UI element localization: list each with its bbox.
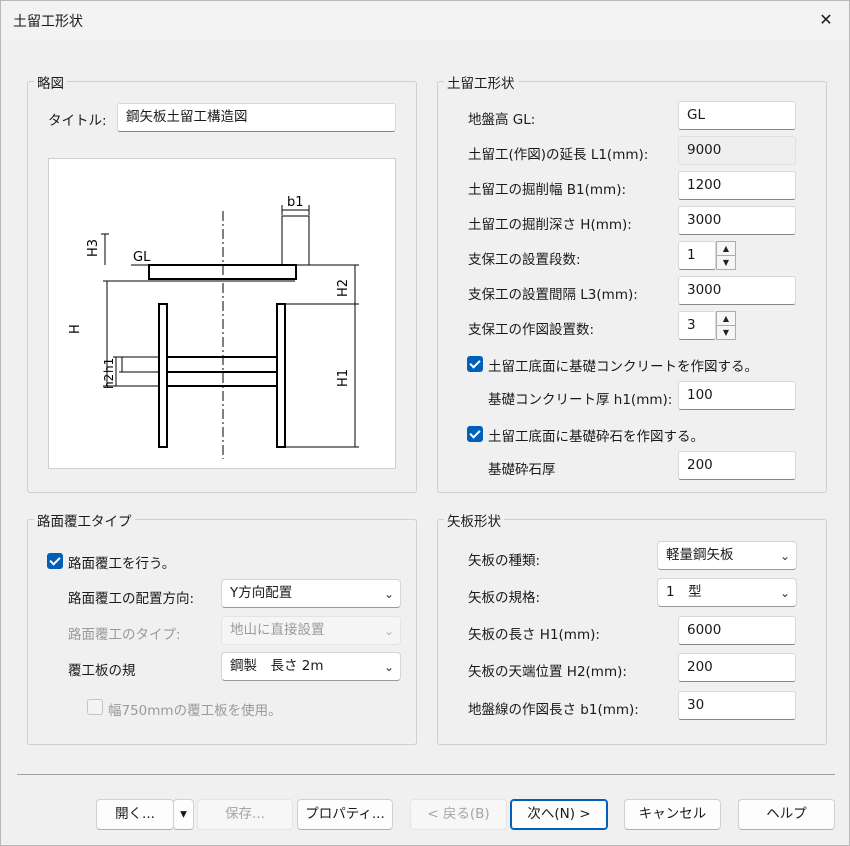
- ground-height-label: 地盤高 GL:: [468, 112, 536, 128]
- paving-type-label: 路面覆工のタイプ:: [68, 627, 181, 643]
- open-button[interactable]: 開く...: [96, 799, 174, 830]
- paving-enable-label[interactable]: 路面覆工を行う。: [68, 552, 175, 572]
- concrete-checkbox-label[interactable]: 土留工底面に基礎コンクリートを作図する。: [488, 355, 758, 375]
- excavation-depth-label: 土留工の掘削深さ H(mm):: [468, 217, 632, 233]
- spin-down-icon[interactable]: ▼: [717, 255, 735, 269]
- ground-height-input[interactable]: GL: [678, 101, 796, 130]
- concrete-checkbox[interactable]: [467, 356, 483, 372]
- gravel-thickness-input[interactable]: 200: [678, 451, 796, 480]
- diagram-label-h1: h1: [102, 358, 116, 373]
- support-stages-input[interactable]: 1: [678, 241, 716, 270]
- support-count-input[interactable]: 3: [678, 311, 716, 340]
- structure-diagram: b1 GL H3 H h1 h2 H2 H1: [48, 158, 396, 469]
- cancel-button[interactable]: キャンセル: [624, 799, 721, 830]
- close-icon[interactable]: ✕: [803, 1, 849, 39]
- use750-label: 幅750mmの覆工板を使用。: [108, 703, 282, 719]
- diagram-label-H2: H2: [336, 279, 351, 297]
- chevron-down-icon: ⌄: [779, 586, 790, 600]
- excavation-width-input[interactable]: 1200: [678, 171, 796, 200]
- gravel-checkbox-label[interactable]: 土留工底面に基礎砕石を作図する。: [488, 425, 704, 445]
- support-stages-label: 支保工の設置段数:: [468, 252, 581, 268]
- paving-direction-select[interactable]: Y方向配置 ⌄: [221, 579, 401, 608]
- back-button: < 戻る(B): [410, 799, 507, 830]
- sketch-group-title: 略図: [34, 72, 67, 92]
- spin-up-icon[interactable]: ▲: [717, 242, 735, 255]
- paving-enable-checkbox[interactable]: [47, 553, 63, 569]
- use750-checkbox: [87, 699, 103, 715]
- shape-group-title: 土留工形状: [444, 72, 518, 92]
- sheetpile-spec-label: 矢板の規格:: [468, 590, 541, 606]
- help-button[interactable]: ヘルプ: [738, 799, 835, 830]
- sheetpile-kind-select[interactable]: 軽量鋼矢板 ⌄: [657, 541, 797, 570]
- title-bar: 土留工形状 ✕: [1, 1, 849, 39]
- chevron-down-icon: ⌄: [779, 549, 790, 563]
- open-menu-arrow-icon[interactable]: ▾: [173, 799, 194, 830]
- support-stages-spinner[interactable]: ▲ ▼: [716, 241, 736, 270]
- plate-spec-select[interactable]: 鋼製 長さ 2m ⌄: [221, 652, 401, 681]
- diagram-label-gl: GL: [133, 250, 151, 265]
- support-count-spinner[interactable]: ▲ ▼: [716, 311, 736, 340]
- diagram-label-h3: H3: [86, 239, 101, 257]
- support-interval-label: 支保工の設置間隔 L3(mm):: [468, 287, 638, 303]
- paving-type-select: 地山に直接設置 ⌄: [221, 616, 401, 645]
- sheetpile-kind-value: 軽量鋼矢板: [666, 547, 734, 563]
- diagram-label-b1: b1: [287, 195, 304, 210]
- paving-direction-label: 路面覆工の配置方向:: [68, 591, 195, 607]
- sheetpile-top-label: 矢板の天端位置 H2(mm):: [468, 664, 627, 680]
- ground-line-length-input[interactable]: 30: [678, 691, 796, 720]
- gravel-thickness-label: 基礎砕石厚: [488, 462, 556, 478]
- sheetpile-length-input[interactable]: 6000: [678, 616, 796, 645]
- next-button[interactable]: 次へ(N) >: [510, 799, 608, 830]
- chevron-down-icon: ⌄: [383, 660, 394, 674]
- excavation-width-label: 土留工の掘削幅 B1(mm):: [468, 182, 627, 198]
- save-button: 保存...: [197, 799, 293, 830]
- diagram-label-H1: H1: [336, 369, 351, 387]
- ground-line-length-label: 地盤線の作図長さ b1(mm):: [468, 702, 639, 718]
- plate-spec-value: 鋼製 長さ 2m: [230, 658, 324, 674]
- paving-direction-value: Y方向配置: [230, 585, 293, 601]
- sheetpile-length-label: 矢板の長さ H1(mm):: [468, 627, 600, 643]
- properties-button[interactable]: プロパティ...: [297, 799, 393, 830]
- spin-down-icon[interactable]: ▼: [717, 325, 735, 339]
- title-input[interactable]: 鋼矢板土留工構造図: [117, 103, 396, 132]
- sheetpile-spec-select[interactable]: 1 型 ⌄: [657, 578, 797, 607]
- plate-spec-label: 覆工板の規: [68, 663, 136, 679]
- diagram-label-h2: h2: [102, 374, 116, 389]
- concrete-thickness-input[interactable]: 100: [678, 381, 796, 410]
- concrete-thickness-label: 基礎コンクリート厚 h1(mm):: [488, 392, 673, 408]
- excavation-depth-input[interactable]: 3000: [678, 206, 796, 235]
- spin-up-icon[interactable]: ▲: [717, 312, 735, 325]
- gravel-checkbox[interactable]: [467, 426, 483, 442]
- sheetpile-group-title: 矢板形状: [444, 510, 504, 530]
- support-interval-input[interactable]: 3000: [678, 276, 796, 305]
- window-title: 土留工形状: [13, 14, 83, 30]
- extension-length-field: 9000: [678, 136, 796, 165]
- footer-separator: [17, 774, 835, 775]
- title-label: タイトル:: [48, 113, 107, 129]
- paving-type-value: 地山に直接設置: [230, 622, 325, 638]
- sheetpile-spec-value: 1 型: [666, 584, 702, 600]
- diagram-label-h: H: [68, 324, 83, 334]
- chevron-down-icon: ⌄: [383, 587, 394, 601]
- extension-length-label: 土留工(作図)の延長 L1(mm):: [468, 147, 649, 163]
- support-count-label: 支保工の作図設置数:: [468, 322, 595, 338]
- dialog-window: 土留工形状 ✕ 略図 タイトル: 鋼矢板土留工構造図 b1 GL H3 H h1…: [0, 0, 850, 846]
- sheetpile-kind-label: 矢板の種類:: [468, 553, 541, 569]
- sheetpile-top-input[interactable]: 200: [678, 653, 796, 682]
- chevron-down-icon: ⌄: [383, 624, 394, 638]
- paving-group-title: 路面覆工タイプ: [34, 510, 135, 530]
